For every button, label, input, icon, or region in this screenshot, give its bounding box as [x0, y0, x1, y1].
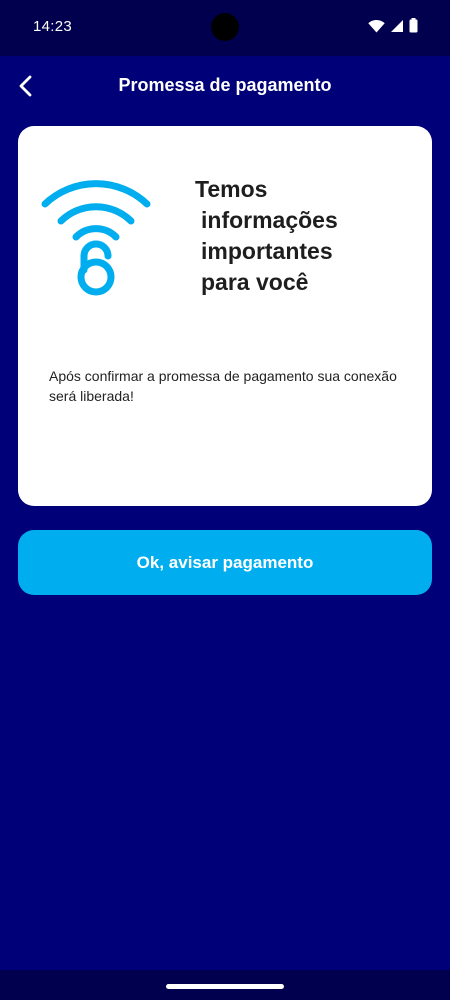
battery-icon [409, 18, 418, 33]
heading-line: importantes [201, 238, 333, 264]
card-message: Após confirmar a promessa de pagamento s… [49, 368, 397, 404]
info-card: Temos informações importantes para você … [18, 126, 432, 506]
heading-line: informações [201, 207, 338, 233]
heading-line: Temos [195, 176, 268, 202]
navigation-bar [0, 970, 450, 1000]
camera-cutout [211, 13, 239, 41]
status-icons [368, 18, 418, 33]
confirm-payment-button[interactable]: Ok, avisar pagamento [18, 530, 432, 595]
status-time: 14:23 [33, 18, 73, 35]
card-heading: Temos informações importantes para você [195, 174, 415, 298]
wifi-icon [368, 19, 385, 32]
signal-icon [391, 19, 403, 32]
app-bar: Promessa de pagamento [0, 56, 450, 116]
status-bar: 14:23 [0, 0, 450, 56]
heading-line: para você [201, 269, 309, 295]
wifi-unlock-icon [40, 176, 154, 301]
page-title: Promessa de pagamento [118, 75, 332, 95]
home-indicator[interactable] [166, 984, 284, 989]
